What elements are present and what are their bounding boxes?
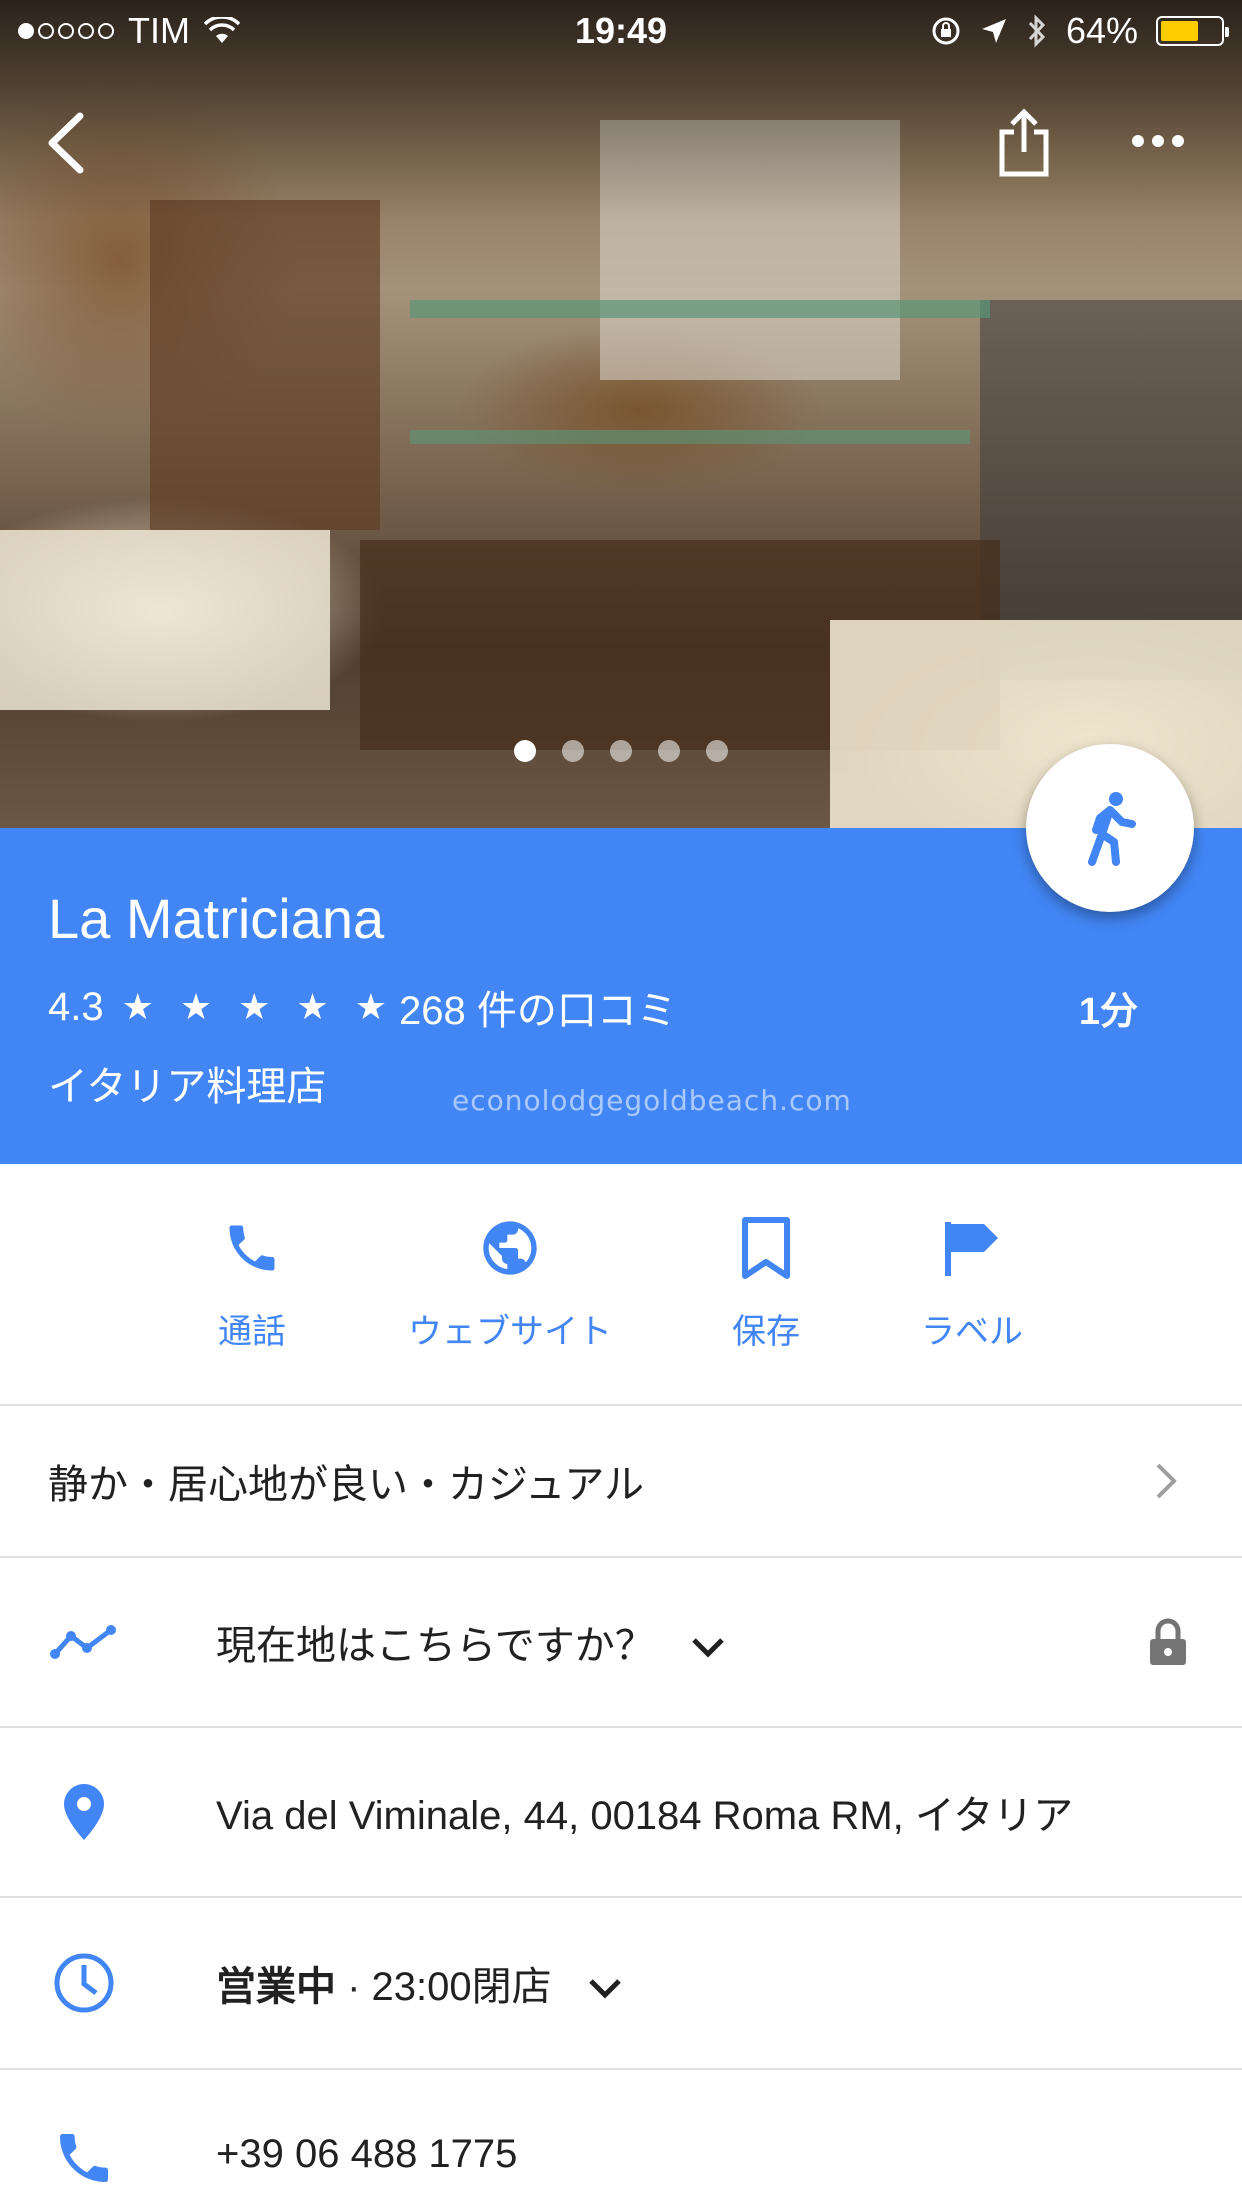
phone-number: +39 06 488 1775 (216, 2132, 518, 2176)
pager-dot[interactable] (658, 740, 680, 762)
chevron-down-icon[interactable] (690, 1636, 726, 1660)
place-pin-wrap (48, 1782, 120, 1842)
orientation-lock-icon (932, 17, 960, 45)
pager-dot[interactable] (562, 740, 584, 762)
more-options-button[interactable] (1130, 130, 1186, 157)
battery-icon (1156, 16, 1229, 46)
place-photo[interactable]: TIM 19:49 64% (0, 0, 1242, 828)
back-arrow-icon (48, 112, 84, 174)
walking-person-icon (1088, 792, 1136, 866)
rating-stars-icon: ★ ★ ★ ★ ★ (121, 986, 395, 1027)
clock-icon (54, 1953, 114, 2013)
back-button[interactable] (40, 110, 88, 181)
bookmark-icon (742, 1217, 790, 1279)
closing-time: · 23:00閉店 (336, 1965, 552, 2009)
photo-buffet-shelf (410, 300, 990, 318)
phone-icon (229, 1225, 275, 1271)
address-row[interactable]: Via del Viminale, 44, 00184 Roma RM, イタリ… (0, 1728, 1242, 1898)
location-pin-icon (64, 1784, 104, 1840)
battery-fill (1161, 21, 1199, 41)
phone-icon (60, 2134, 108, 2182)
atmosphere-row[interactable]: 静か・居心地が良い・カジュアル (0, 1406, 1242, 1558)
review-count: 268 件の口コミ (398, 989, 677, 1033)
watermark-text: econolodgegoldbeach.com (452, 1084, 852, 1117)
label-label: ラベル (921, 1313, 1023, 1351)
bluetooth-icon (1028, 14, 1046, 48)
rating-row[interactable]: 4.3 ★ ★ ★ ★ ★ 268 件の口コミ (48, 978, 677, 1036)
label-button[interactable]: ラベル (842, 1212, 1102, 1353)
location-check-row[interactable]: 現在地はこちらですか？ (0, 1558, 1242, 1728)
place-title: La Matriciana (48, 887, 385, 950)
photo-pager[interactable] (0, 740, 1242, 762)
pager-dot[interactable] (610, 740, 632, 762)
website-label: ウェブサイト (408, 1313, 612, 1351)
clock-icon-wrap (48, 1951, 120, 2015)
website-button[interactable]: ウェブサイト (380, 1212, 640, 1353)
photo-cabinet (150, 200, 380, 530)
pager-dot[interactable] (706, 740, 728, 762)
timeline-icon-wrap (48, 1622, 120, 1662)
rating-value: 4.3 (48, 984, 104, 1029)
status-bar-right: 64% (930, 10, 1229, 52)
battery-percent: 64% (1065, 10, 1138, 51)
walking-directions-button[interactable] (1026, 744, 1194, 912)
share-button[interactable] (996, 108, 1052, 183)
flag-icon (945, 1222, 998, 1276)
share-icon (999, 108, 1049, 177)
call-label: 通話 (218, 1313, 286, 1351)
pager-dot[interactable] (514, 740, 536, 762)
lock-icon (1150, 1618, 1186, 1665)
place-category: イタリア料理店 (48, 1065, 327, 1109)
hours-info: 営業中 · 23:00閉店 (216, 1954, 623, 2012)
chevron-right-icon (1156, 1463, 1177, 1499)
photo-buffet-shelf (410, 430, 970, 444)
location-prompt: 現在地はこちらですか？ (216, 1613, 726, 1671)
photo-tablecloth (0, 530, 330, 710)
open-status: 営業中 (216, 1965, 336, 2009)
address-text: Via del Viminale, 44, 00184 Roma RM, イタリ… (216, 1794, 1074, 1838)
globe-icon (483, 1221, 537, 1275)
location-arrow-icon (981, 19, 1006, 43)
call-button[interactable]: 通話 (122, 1212, 382, 1353)
atmosphere-text: 静か・居心地が良い・カジュアル (48, 1463, 644, 1507)
phone-icon-wrap (48, 2126, 120, 2190)
phone-row[interactable]: +39 06 488 1775 (0, 2070, 1242, 2208)
walk-duration: 1分 (1078, 991, 1138, 1033)
timeline-icon (50, 1625, 116, 1659)
action-bar: 通話 ウェブサイト 保存 ラベル (0, 1164, 1242, 1406)
chevron-down-icon[interactable] (587, 1977, 623, 2001)
status-bar: TIM 19:49 64% (0, 0, 1242, 60)
location-prompt-text: 現在地はこちらですか？ (216, 1624, 655, 1668)
hours-row[interactable]: 営業中 · 23:00閉店 (0, 1898, 1242, 2070)
more-horizontal-icon (1132, 135, 1184, 147)
